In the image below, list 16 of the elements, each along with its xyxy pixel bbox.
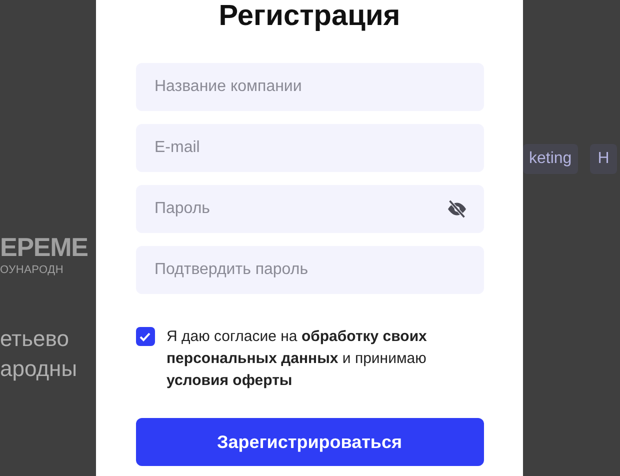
input-field[interactable]: E-mail: [136, 124, 484, 172]
eye-off-icon[interactable]: [446, 200, 468, 218]
consent-text: Я даю согласие на обработку своих персональных данных и принимаю условия оферты: [166, 327, 428, 391]
logo-subtitle: ОУНАРОДН: [0, 264, 65, 276]
input-field[interactable]: Подтвердить пароль: [136, 246, 484, 294]
consent-checkbox[interactable]: [136, 327, 154, 346]
tag: H: [590, 144, 618, 174]
register-button[interactable]: Зарегистрироваться: [136, 418, 484, 466]
heading-text: ародны: [0, 355, 78, 383]
tag: keting: [523, 144, 578, 174]
heading-text: етьево: [0, 325, 70, 353]
input-field[interactable]: Название компании: [136, 63, 484, 111]
modal-title: Регистрация: [218, 0, 400, 32]
logo-text: ЕРЕМЕ: [0, 231, 89, 264]
checkmark-icon: [139, 332, 151, 342]
password-field[interactable]: Пароль: [136, 185, 484, 233]
